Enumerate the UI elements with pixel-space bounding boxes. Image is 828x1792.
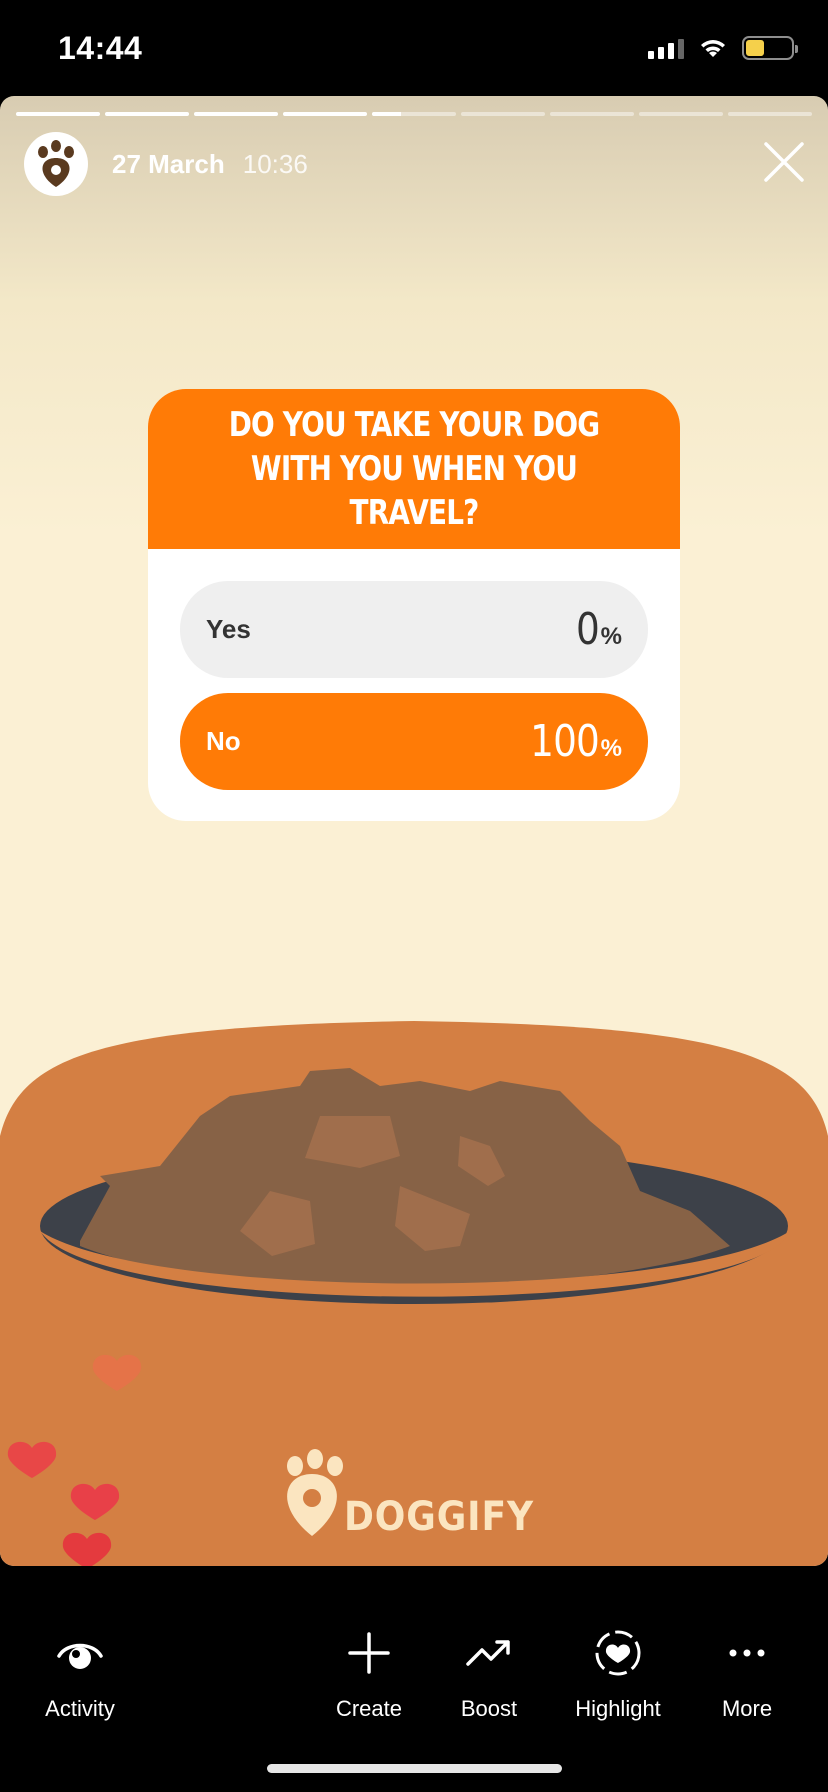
wifi-icon [701,40,725,57]
story-time: 10:36 [242,148,308,179]
heart-icon [92,1354,142,1391]
more-dots-icon [729,1649,765,1657]
percent-sign: % [600,623,622,650]
heart-icon [7,1441,57,1478]
heart-icon [70,1483,120,1520]
boost-button[interactable]: Boost [419,1628,559,1722]
poll-option-label: No [206,726,241,756]
poll-percent-value: 100 [529,716,600,767]
progress-segment [16,112,100,116]
progress-segment [461,112,545,116]
story-progress-bar [16,112,812,116]
progress-segment [105,112,189,116]
action-label: More [721,1696,773,1721]
floating-hearts [7,1354,142,1566]
progress-segment [728,112,812,116]
story-card[interactable]: DOGGIFY 27 March 10:36 DO YOU TAKE YOUR … [0,96,828,1566]
avatar[interactable] [24,132,88,196]
progress-segment [550,112,634,116]
poll-question: DO YOU TAKE YOUR DOG WITH YOU WHEN YOU T… [220,403,607,535]
progress-segment [194,112,278,116]
poll-option-percent: 0 % [572,604,622,655]
plus-icon [348,1632,390,1674]
poll-option-yes[interactable]: Yes 0 % [180,581,648,678]
action-label: Create [335,1696,403,1721]
battery-icon [742,36,798,60]
signal-icon [648,37,684,59]
highlight-heart-icon [595,1630,641,1676]
progress-segment [283,112,367,116]
action-label: Boost [460,1696,518,1721]
status-bar: 14:44 [0,0,828,96]
activity-eye-icon [57,1643,103,1669]
progress-segment [639,112,723,116]
highlight-button[interactable]: Highlight [548,1628,688,1722]
paw-pin-icon [38,140,74,187]
story-action-bar: Activity Create Boost Highlight More [0,1566,828,1792]
story-header: 27 March 10:36 [24,132,308,196]
status-time: 14:44 [58,30,143,66]
poll-option-percent: 100 % [518,716,622,767]
percent-sign: % [600,735,622,762]
trending-up-icon [466,1640,510,1666]
poll-sticker: DO YOU TAKE YOUR DOG WITH YOU WHEN YOU T… [148,389,680,821]
action-label: Activity [45,1696,115,1721]
status-icons [648,36,798,60]
progress-segment [372,112,456,116]
more-button[interactable]: More [677,1628,817,1722]
poll-option-label: Yes [206,614,251,644]
action-label: Highlight [575,1696,661,1721]
story-date: 27 March [112,148,225,179]
poll-question-text: DO YOU TAKE YOUR DOG WITH YOU WHEN YOU T… [228,405,600,533]
poll-percent-value: 0 [575,604,600,655]
home-indicator[interactable] [267,1764,562,1773]
create-button[interactable]: Create [299,1628,439,1722]
heart-icon [62,1532,112,1566]
activity-button[interactable]: Activity [10,1628,150,1722]
poll-header: DO YOU TAKE YOUR DOG WITH YOU WHEN YOU T… [148,389,680,549]
close-icon[interactable] [760,138,808,186]
poll-option-no[interactable]: No 100 % [180,693,648,790]
